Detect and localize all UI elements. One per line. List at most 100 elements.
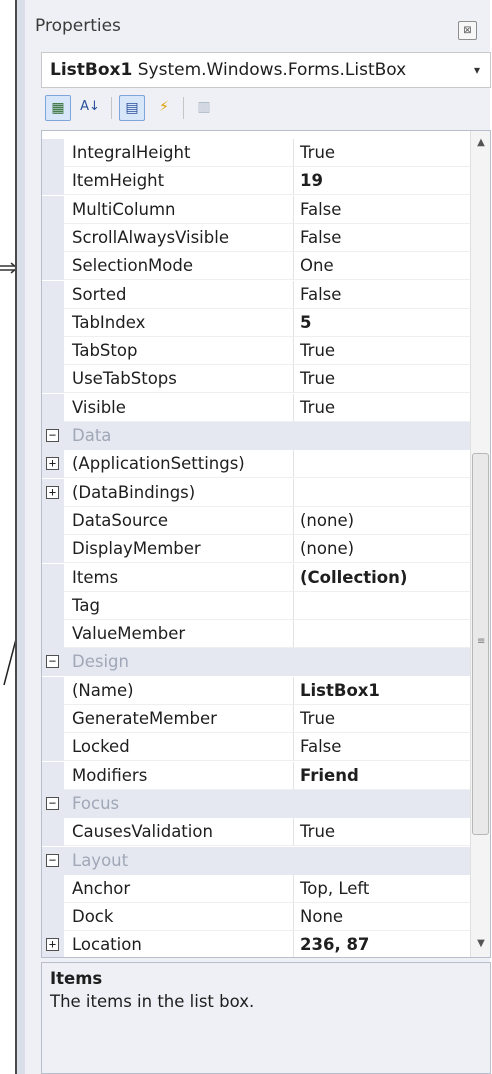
row-gutter (42, 563, 64, 592)
properties-window: Properties ⊠ ListBox1 System.Windows.For… (15, 0, 491, 1074)
property-value[interactable]: True (294, 705, 470, 733)
property-value[interactable]: (none) (294, 535, 470, 564)
property-value[interactable]: True (294, 394, 470, 422)
object-name: ListBox1 (50, 60, 133, 80)
properties-view-icon[interactable]: ▤ (119, 95, 145, 121)
alphabetical-sort-icon[interactable]: A↓ (75, 95, 105, 121)
property-value[interactable]: True (294, 818, 470, 847)
property-row[interactable]: + Location 236, 87 (42, 931, 490, 957)
property-row[interactable]: UseTabStops True (42, 365, 490, 394)
property-row[interactable]: Anchor Top, Left (42, 874, 490, 903)
property-row[interactable]: + (DataBindings) (42, 478, 490, 507)
property-row[interactable]: ValueMember (42, 620, 490, 649)
description-title: Items (50, 969, 103, 988)
description-pane: Items The items in the list box. (41, 962, 491, 1074)
property-name: ScrollAlwaysVisible (64, 223, 294, 252)
property-row[interactable]: + (ApplicationSettings) (42, 450, 490, 479)
property-value[interactable]: False (294, 224, 470, 252)
property-name: ItemHeight (64, 167, 294, 196)
property-row[interactable]: CausesValidation True (42, 818, 490, 847)
property-value[interactable]: None (294, 903, 470, 932)
row-gutter (42, 280, 64, 309)
property-row[interactable]: Tag (42, 591, 490, 620)
category-row[interactable]: − Layout (42, 846, 490, 875)
category-row[interactable]: − Design (42, 648, 490, 677)
property-pages-icon[interactable]: ▥ (191, 95, 217, 121)
property-value[interactable]: Friend (294, 762, 470, 790)
chevron-down-icon[interactable]: ▾ (474, 53, 480, 87)
collapse-icon[interactable]: − (46, 796, 59, 810)
property-name: SelectionMode (64, 252, 294, 281)
expand-icon[interactable]: + (46, 457, 59, 471)
property-row[interactable]: SelectionMode One (42, 252, 490, 281)
property-value[interactable]: 19 (294, 167, 470, 196)
collapse-icon[interactable]: − (46, 429, 59, 442)
scrollbar-thumb[interactable]: ≡ (472, 453, 489, 835)
category-label: Design (72, 652, 129, 672)
category-row[interactable]: − Data (42, 422, 490, 450)
property-value[interactable]: One (294, 252, 470, 281)
property-value[interactable]: False (294, 196, 470, 224)
property-row[interactable]: Modifiers Friend (42, 761, 490, 790)
property-row[interactable]: IntegralHeight True (42, 139, 490, 167)
object-selector-dropdown[interactable]: ListBox1 System.Windows.Forms.ListBox ▾ (41, 52, 491, 88)
property-value[interactable]: True (294, 337, 470, 366)
property-name: (DataBindings) (64, 478, 294, 507)
row-gutter (42, 337, 64, 366)
property-value[interactable]: 236, 87 (294, 931, 470, 957)
property-name: TabStop (64, 337, 294, 366)
property-row[interactable]: Items (Collection) (42, 563, 490, 592)
property-value[interactable]: False (294, 281, 470, 309)
expand-icon[interactable]: + (46, 485, 59, 499)
property-row[interactable]: TabIndex 5 (42, 308, 490, 337)
property-row[interactable]: GenerateMember True (42, 705, 490, 733)
property-value[interactable]: ListBox1 (294, 677, 470, 705)
property-name: (ApplicationSettings) (64, 450, 294, 479)
row-gutter (42, 535, 64, 564)
property-name: Items (64, 563, 294, 592)
collapse-icon[interactable]: − (46, 853, 59, 867)
category-row[interactable]: − Focus (42, 789, 490, 818)
property-value[interactable] (294, 592, 470, 620)
property-row[interactable]: ItemHeight 19 (42, 167, 490, 196)
property-row[interactable]: Sorted False (42, 280, 490, 309)
title-bar: Properties ⊠ (27, 8, 487, 48)
expand-icon[interactable]: + (46, 938, 59, 952)
property-value[interactable]: (Collection) (294, 564, 470, 592)
scroll-down-icon[interactable]: ▼ (471, 938, 490, 949)
property-name: (Name) (64, 676, 294, 705)
toolbar-separator (111, 97, 112, 119)
property-value[interactable] (294, 450, 470, 479)
scroll-up-icon[interactable]: ▲ (471, 137, 490, 148)
property-value[interactable]: (none) (294, 507, 470, 535)
property-row[interactable]: Visible True (42, 393, 490, 422)
categorized-icon[interactable]: ▦ (45, 95, 71, 121)
property-row[interactable]: DataSource (none) (42, 506, 490, 535)
property-value[interactable]: True (294, 139, 470, 167)
property-row[interactable]: (Name) ListBox1 (42, 676, 490, 705)
row-gutter (42, 167, 64, 196)
panel-title: Properties (35, 16, 121, 36)
property-row[interactable]: DisplayMember (none) (42, 535, 490, 564)
property-value[interactable]: Top, Left (294, 875, 470, 903)
close-icon[interactable]: ⊠ (458, 21, 477, 40)
property-value[interactable] (294, 479, 470, 507)
row-gutter (42, 761, 64, 790)
property-row[interactable]: ScrollAlwaysVisible False (42, 223, 490, 252)
property-row[interactable]: MultiColumn False (42, 195, 490, 224)
property-value[interactable]: True (294, 365, 470, 394)
events-lightning-icon[interactable]: ⚡ (151, 95, 177, 121)
property-name: Locked (64, 733, 294, 762)
vertical-scrollbar[interactable]: ▲ ≡ ▼ (470, 131, 490, 957)
category-label: Layout (72, 850, 129, 870)
property-row[interactable]: Locked False (42, 733, 490, 762)
property-value[interactable] (294, 620, 470, 649)
property-row[interactable]: Dock None (42, 903, 490, 932)
property-row[interactable]: TabStop True (42, 337, 490, 366)
row-gutter (42, 620, 64, 649)
property-value[interactable]: 5 (294, 309, 470, 337)
property-value[interactable]: False (294, 733, 470, 762)
collapse-icon[interactable]: − (46, 655, 59, 669)
row-gutter (42, 733, 64, 762)
property-name: MultiColumn (64, 195, 294, 224)
